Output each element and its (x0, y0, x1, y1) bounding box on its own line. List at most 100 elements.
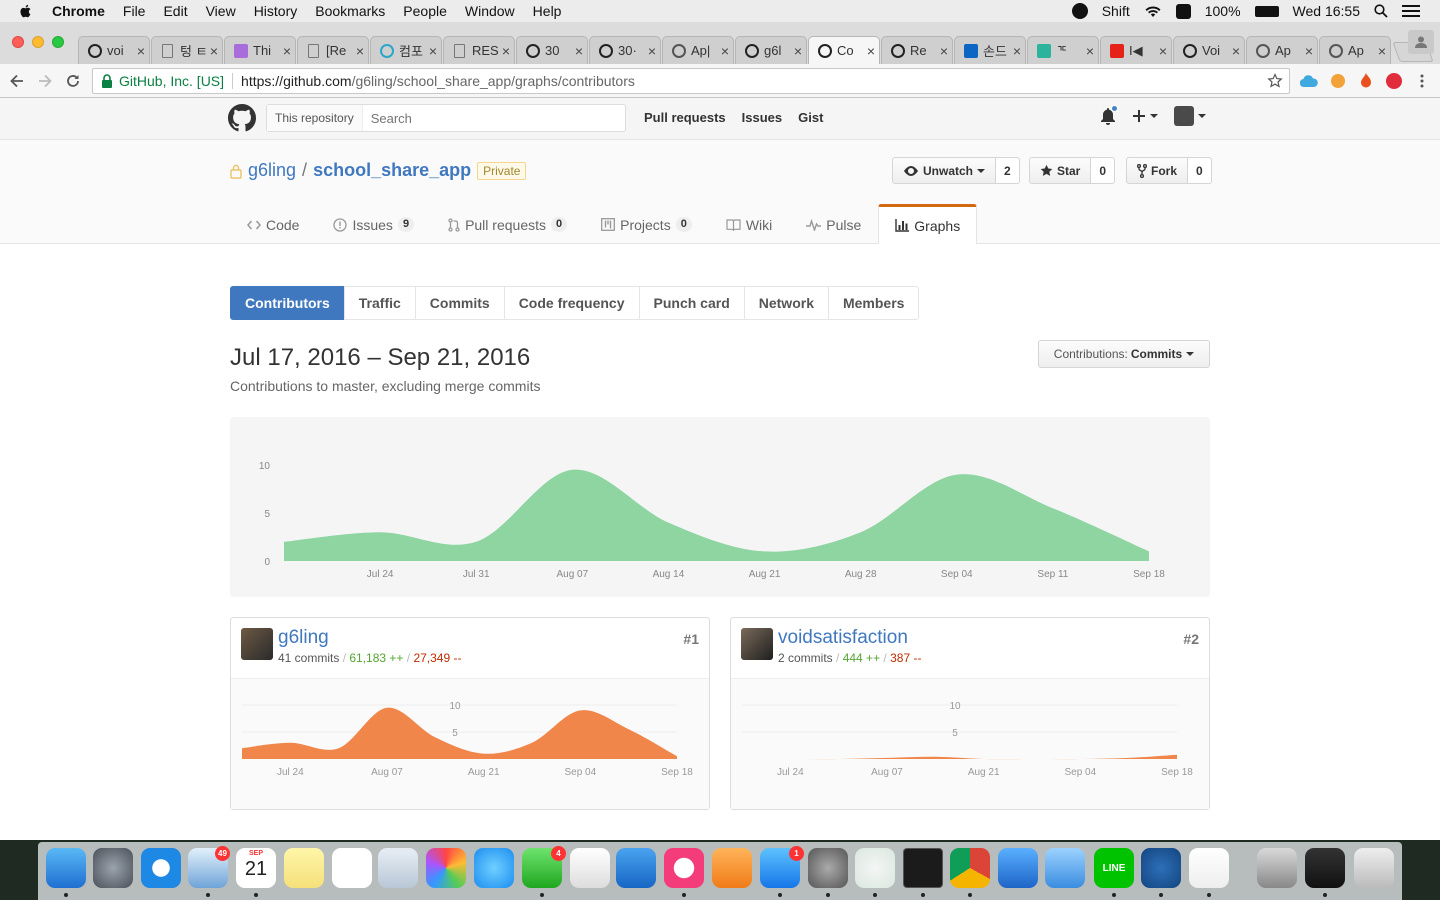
github-logo-icon[interactable] (228, 104, 256, 132)
data-point[interactable] (626, 726, 632, 732)
notifications-button[interactable] (1100, 105, 1118, 125)
browser-tab[interactable]: 30· × (589, 36, 661, 64)
data-point[interactable] (239, 745, 245, 751)
browser-tab[interactable]: Ap| × (662, 36, 734, 64)
browser-tab[interactable]: 컴포 × (370, 36, 442, 64)
address-bar[interactable]: GitHub, Inc. [US] https://github.com/g6l… (92, 68, 1290, 94)
repo-name-link[interactable]: school_share_app (313, 160, 471, 181)
data-point[interactable] (377, 529, 383, 535)
data-point[interactable] (1050, 505, 1056, 511)
system-preferences-icon[interactable] (808, 848, 848, 888)
sourcetree-icon[interactable] (1141, 848, 1181, 888)
data-point[interactable] (287, 740, 293, 746)
data-point[interactable] (665, 520, 671, 526)
data-point[interactable] (674, 753, 680, 759)
bookmark-star-icon[interactable] (1267, 73, 1283, 89)
nav-gist[interactable]: Gist (798, 110, 823, 125)
data-point[interactable] (529, 740, 535, 746)
browser-tab[interactable]: Co × (808, 36, 880, 64)
close-tab-icon[interactable]: × (575, 43, 583, 59)
wifi-icon[interactable] (1144, 4, 1162, 18)
menu-help[interactable]: Help (533, 3, 562, 19)
tab-code[interactable]: Code (230, 204, 316, 244)
back-button[interactable] (6, 70, 28, 92)
subnav-network[interactable]: Network (743, 286, 829, 320)
minimize-window-button[interactable] (32, 36, 44, 48)
commit-count[interactable]: 2 commits (778, 651, 833, 665)
data-point[interactable] (1146, 548, 1152, 554)
close-tab-icon[interactable]: × (210, 43, 218, 59)
cookie-extension-icon[interactable] (1329, 72, 1347, 90)
atom-icon[interactable] (855, 848, 895, 888)
menu-window[interactable]: Window (465, 3, 515, 19)
browser-tab[interactable]: Thi × (224, 36, 296, 64)
contributions-type-select[interactable]: Contributions: Commits (1038, 340, 1210, 368)
data-point[interactable] (932, 754, 938, 760)
search-input[interactable] (362, 110, 625, 126)
browser-tab[interactable]: g6l × (735, 36, 807, 64)
nav-issues[interactable]: Issues (742, 110, 782, 125)
avatar[interactable] (241, 628, 273, 660)
close-tab-icon[interactable]: × (429, 43, 437, 59)
close-tab-icon[interactable]: × (940, 43, 948, 59)
fork-count[interactable]: 0 (1188, 157, 1212, 184)
simulator-icon[interactable] (1045, 848, 1085, 888)
close-tab-icon[interactable]: × (502, 43, 510, 59)
tab-pull-requests[interactable]: Pull requests 0 (431, 204, 584, 244)
ibooks-icon[interactable] (712, 848, 752, 888)
subnav-contributors[interactable]: Contributors (230, 286, 345, 320)
cloud-extension-icon[interactable] (1300, 72, 1318, 90)
data-point[interactable] (577, 707, 583, 713)
photos-icon[interactable] (426, 848, 466, 888)
input-source-shift[interactable]: Shift (1102, 3, 1130, 19)
close-tab-icon[interactable]: × (1305, 43, 1313, 59)
subnav-traffic[interactable]: Traffic (343, 286, 416, 320)
star-count[interactable]: 0 (1091, 157, 1116, 184)
chrome-menu-icon[interactable] (1413, 72, 1431, 90)
close-tab-icon[interactable]: × (356, 43, 364, 59)
tab-graphs[interactable]: Graphs (878, 204, 978, 244)
data-point[interactable] (858, 529, 864, 535)
battery-percent[interactable]: 100% (1205, 3, 1241, 19)
apple-icon[interactable] (18, 3, 34, 19)
data-point[interactable] (432, 734, 438, 740)
subnav-code-frequency[interactable]: Code frequency (503, 286, 640, 320)
downloads-stack-icon[interactable] (1305, 848, 1345, 888)
notes-icon[interactable] (284, 848, 324, 888)
close-tab-icon[interactable]: × (648, 43, 656, 59)
close-tab-icon[interactable]: × (283, 43, 291, 59)
messages-icon[interactable] (474, 848, 514, 888)
close-tab-icon[interactable]: × (867, 43, 875, 59)
tab-wiki[interactable]: Wiki (709, 204, 789, 244)
close-tab-icon[interactable]: × (1013, 43, 1021, 59)
close-tab-icon[interactable]: × (1378, 43, 1386, 59)
menu-edit[interactable]: Edit (163, 3, 187, 19)
close-window-button[interactable] (12, 36, 24, 48)
data-point[interactable] (384, 705, 390, 711)
safari-icon[interactable] (141, 848, 181, 888)
close-tab-icon[interactable]: × (137, 43, 145, 59)
korean-input-icon[interactable] (1175, 3, 1191, 19)
browser-tab[interactable]: [Re × (297, 36, 369, 64)
data-point[interactable] (981, 756, 987, 762)
menu-view[interactable]: View (206, 3, 236, 19)
subnav-members[interactable]: Members (827, 286, 920, 320)
browser-tab[interactable]: Voi × (1173, 36, 1245, 64)
avatar[interactable] (741, 628, 773, 660)
repo-owner-link[interactable]: g6ling (248, 160, 296, 181)
browser-tab[interactable]: 텅 ㅌ × (151, 36, 223, 64)
reload-button[interactable] (62, 70, 84, 92)
notification-center-icon[interactable] (1402, 4, 1420, 18)
spotlight-search-icon[interactable] (1374, 4, 1388, 18)
trash-icon[interactable] (1354, 848, 1394, 888)
subnav-punch-card[interactable]: Punch card (638, 286, 745, 320)
contributor-name[interactable]: voidsatisfaction (778, 627, 908, 649)
textedit-icon[interactable] (570, 848, 610, 888)
star-button[interactable]: Star (1029, 157, 1092, 184)
subnav-commits[interactable]: Commits (414, 286, 505, 320)
fork-button[interactable]: Fork (1126, 157, 1189, 184)
data-point[interactable] (1126, 755, 1132, 761)
close-tab-icon[interactable]: × (1159, 43, 1167, 59)
finder-icon[interactable] (46, 848, 86, 888)
data-point[interactable] (954, 472, 960, 478)
